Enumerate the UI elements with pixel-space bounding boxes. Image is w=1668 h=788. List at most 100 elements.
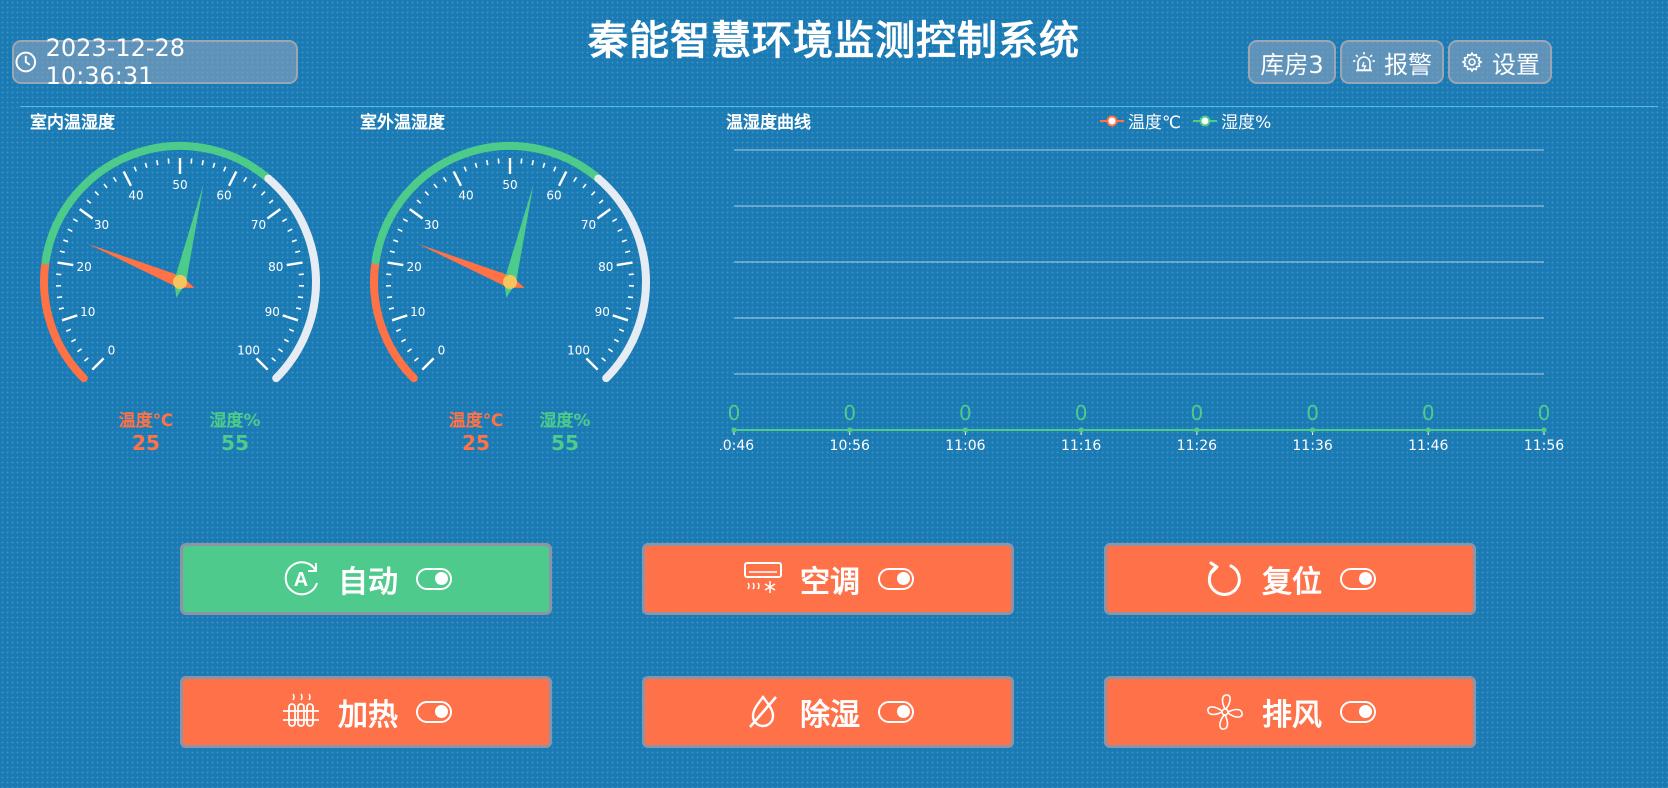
temp-humidity-line-chart: 00.20.40.60.8110:4610:5611:0611:1611:261… [720, 149, 1564, 454]
outdoor-gauge-minor-tick [590, 191, 596, 196]
indoor-gauge-major-tick [57, 261, 74, 267]
air-conditioner-toggle[interactable] [878, 568, 914, 590]
outdoor-gauge-minor-tick [601, 357, 607, 362]
legend-temperature-marker [1100, 115, 1124, 126]
alarm-label: 报警 [1384, 50, 1432, 79]
chart-humidity-point[interactable] [1425, 427, 1431, 433]
outdoor-gauge-band-high [594, 174, 650, 383]
heater-toggle-knob [435, 705, 448, 718]
outdoor-gauge-minor-tick [531, 160, 535, 166]
outdoor-gauge-hub [503, 275, 517, 289]
indoor-gauge-minor-tick [83, 357, 89, 362]
heater-label: 加热 [338, 698, 398, 733]
outdoor-gauge-minor-tick [413, 357, 419, 362]
chart-humidity-point[interactable] [847, 427, 853, 433]
outdoor-gauge-tick-label: 20 [407, 260, 422, 274]
indoor-hum-value: 55 [221, 431, 249, 455]
outdoor-gauge-minor-tick [613, 338, 620, 343]
outdoor-gauge-minor-tick [389, 250, 395, 254]
indoor-gauge-minor-tick [112, 176, 117, 182]
room-selector[interactable]: 库房3 [1248, 40, 1336, 84]
outdoor-hum-value: 55 [551, 431, 579, 455]
dehumidify-button[interactable]: 除湿 [642, 676, 1014, 748]
air-conditioner-toggle-knob [897, 572, 910, 585]
chart-data-label: 0 [843, 401, 856, 425]
auto-button[interactable]: A 自动 [180, 543, 552, 615]
clock-icon [15, 51, 37, 73]
indoor-gauge-minor-tick [277, 348, 284, 353]
chart-humidity-point[interactable] [731, 427, 737, 433]
legend-temperature[interactable]: 温度℃ [1100, 108, 1181, 133]
reset-toggle-knob [1359, 572, 1372, 585]
indoor-gauge-minor-tick [94, 191, 100, 196]
indoor-gauge-minor-tick [155, 160, 159, 166]
outdoor-gauge-major-tick [421, 357, 435, 371]
reset-button[interactable]: 复位 [1104, 543, 1476, 615]
chart-humidity-point[interactable] [1194, 427, 1200, 433]
outdoor-gauge-minor-tick [400, 338, 407, 343]
indoor-gauge-minor-tick [268, 199, 274, 204]
indoor-gauge-minor-tick [67, 228, 73, 233]
indoor-gauge-tick-label: 80 [268, 260, 283, 274]
legend-humidity-label: 湿度% [1221, 113, 1272, 133]
legend-temperature-label: 温度℃ [1128, 113, 1182, 133]
indoor-gauge-minor-tick [56, 296, 63, 299]
chart-legend: 温度℃ 湿度% [1100, 108, 1283, 133]
exhaust-fan-label: 排风 [1262, 698, 1322, 733]
outdoor-gauge-minor-tick [416, 199, 422, 204]
indoor-temp-label: 温度℃ [118, 411, 174, 431]
legend-humidity[interactable]: 湿度% [1193, 108, 1271, 133]
indoor-gauge-minor-tick [297, 296, 304, 299]
outdoor-gauge-major-tick [596, 208, 612, 220]
chart-humidity-point[interactable] [1541, 427, 1547, 433]
indoor-gauge-hub [173, 275, 187, 289]
auto-toggle[interactable] [416, 568, 452, 590]
indoor-gauge-tick-label: 40 [128, 189, 143, 203]
exhaust-fan-button[interactable]: 排风 [1104, 676, 1476, 748]
reset-toggle[interactable] [1340, 568, 1376, 590]
indoor-gauge-minor-tick [291, 239, 297, 243]
outdoor-gauge-title: 室外温湿度 [360, 113, 445, 133]
outdoor-gauge-minor-tick [395, 328, 402, 332]
indoor-gauge-minor-tick [282, 218, 288, 223]
outdoor-gauge-tick-label: 100 [567, 344, 590, 358]
exhaust-fan-toggle[interactable] [1340, 701, 1376, 723]
chart-data-label: 0 [1190, 401, 1203, 425]
reset-label: 复位 [1262, 565, 1322, 600]
outdoor-gauge-major-tick [585, 357, 599, 371]
dehumidify-toggle[interactable] [878, 701, 914, 723]
auto-toggle-knob [435, 572, 448, 585]
indoor-temp-readout: 温度℃ 25 [106, 406, 186, 455]
chart-humidity-point[interactable] [1078, 427, 1084, 433]
alarm-button[interactable]: 报警 [1340, 40, 1444, 84]
indoor-gauge-minor-tick [59, 250, 65, 254]
indoor-gauge-minor-tick [260, 191, 266, 196]
heater-toggle[interactable] [416, 701, 452, 723]
indoor-hum-label: 湿度% [209, 411, 261, 431]
indoor-gauge-major-tick [255, 357, 269, 371]
indoor-gauge-minor-tick [76, 348, 83, 353]
outdoor-temp-readout: 温度℃ 25 [436, 406, 516, 455]
chart-title: 温湿度曲线 [726, 113, 811, 133]
outdoor-gauge-tick-label: 30 [424, 218, 439, 232]
outdoor-gauge-minor-tick [573, 176, 578, 182]
chart-humidity-point[interactable] [1310, 427, 1316, 433]
room-label: 库房3 [1260, 50, 1324, 79]
outdoor-gauge-minor-tick [627, 296, 634, 299]
settings-button[interactable]: 设置 [1448, 40, 1552, 84]
indoor-gauge-minor-tick [295, 307, 302, 310]
heater-button[interactable]: 加热 [180, 676, 552, 748]
outdoor-gauge: 0 10 20 30 40 50 60 70 80 90 100 [370, 141, 650, 383]
chart-data-label: 0 [728, 401, 741, 425]
indoor-gauge-major-tick [91, 357, 105, 371]
chart-data-label: 0 [1422, 401, 1435, 425]
air-conditioner-button[interactable]: 空调 [642, 543, 1014, 615]
chart-humidity-point[interactable] [962, 427, 968, 433]
settings-label: 设置 [1492, 50, 1540, 79]
chart-x-tick-label: 10:46 [720, 438, 754, 454]
outdoor-gauge-minor-tick [463, 166, 467, 172]
outdoor-gauge-minor-tick [424, 191, 430, 196]
exhaust-fan-icon [1207, 694, 1243, 730]
indoor-hum-readout: 湿度% 55 [195, 406, 275, 455]
chart-data-label: 0 [959, 401, 972, 425]
